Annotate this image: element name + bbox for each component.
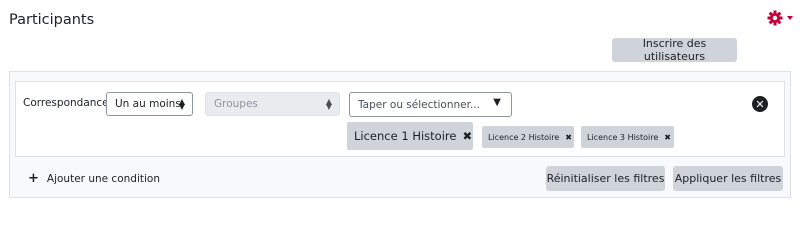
remove-chip-icon[interactable]: ✖: [664, 133, 671, 142]
selected-value-chip[interactable]: Licence 2 Histoire ✖: [482, 126, 574, 148]
select-arrows-icon: ▲ ▼: [325, 97, 332, 111]
filter-type-select[interactable]: Groupes ▲ ▼: [205, 92, 340, 116]
autocomplete-placeholder: Taper ou sélectionner...: [358, 98, 480, 111]
filter-type-value: Groupes: [214, 98, 258, 110]
select-arrows-icon: ▲ ▼: [178, 97, 185, 111]
add-condition-link[interactable]: + Ajouter une condition: [28, 171, 160, 186]
remove-chip-icon[interactable]: ✖: [462, 129, 472, 143]
remove-condition-button[interactable]: ✕: [752, 96, 768, 112]
selected-value-chip[interactable]: Licence 3 Histoire ✖: [581, 126, 674, 148]
actions-menu-toggle[interactable]: [767, 9, 795, 27]
filter-panel: Correspondance Un au moins ▲ ▼ Groupes ▲ ▼…: [9, 71, 791, 198]
times-circle-icon: ✕: [755, 97, 765, 111]
match-label: Correspondance: [23, 97, 109, 109]
chip-label: Licence 2 Histoire: [488, 132, 560, 142]
match-select-value: Un au moins: [115, 98, 181, 110]
add-condition-label: Ajouter une condition: [46, 172, 160, 185]
remove-chip-icon[interactable]: ✖: [565, 133, 572, 142]
reset-filters-button[interactable]: Réinitialiser les filtres: [546, 166, 665, 191]
selected-value-chip[interactable]: Licence 1 Histoire ✖: [347, 122, 473, 150]
dropdown-arrow-icon[interactable]: ▼: [493, 97, 501, 108]
chip-label: Licence 3 Histoire: [587, 132, 659, 142]
plus-icon: +: [28, 171, 39, 186]
gear-icon: [767, 10, 783, 26]
match-select[interactable]: Un au moins ▲ ▼: [106, 92, 193, 116]
chip-label: Licence 1 Histoire: [354, 129, 457, 143]
enrol-users-button[interactable]: Inscrire des utilisateurs: [612, 37, 737, 63]
filter-row: Correspondance Un au moins ▲ ▼ Groupes ▲ ▼…: [15, 81, 785, 157]
caret-down-icon: [787, 16, 793, 20]
group-autocomplete-input[interactable]: Taper ou sélectionner... ▼: [349, 92, 512, 117]
page-title: Participants: [9, 12, 95, 28]
apply-filters-button[interactable]: Appliquer les filtres: [673, 166, 783, 191]
